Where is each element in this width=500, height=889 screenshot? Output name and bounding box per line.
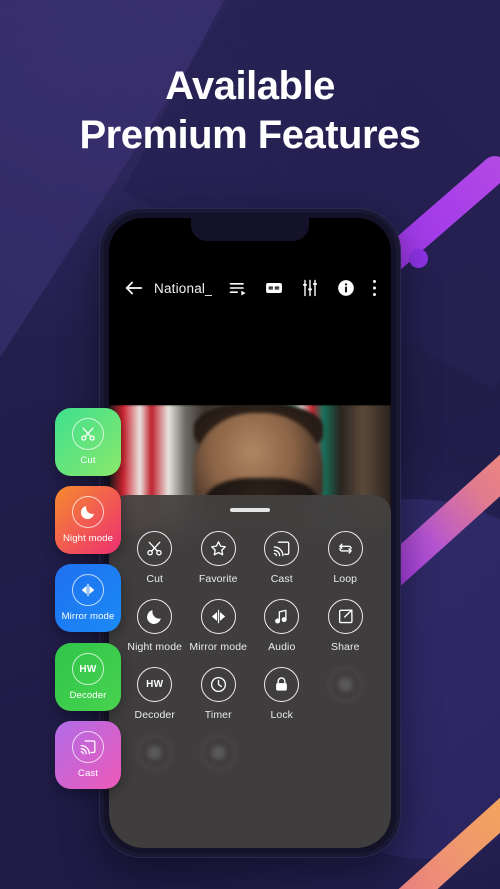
moon-icon <box>145 607 164 626</box>
feature-card-label: Cast <box>77 768 99 779</box>
sheet-item-label: Favorite <box>198 573 238 585</box>
icon-ring <box>264 531 300 566</box>
page-title: Available Premium Features <box>0 62 500 160</box>
phone-mockup: National_... <box>100 209 400 857</box>
playlist-play-icon[interactable] <box>228 278 248 298</box>
mirror-icon <box>209 607 228 626</box>
icon-ring <box>137 531 173 566</box>
sheet-item-share[interactable]: Share <box>314 599 378 653</box>
page-title-line2: Premium Features <box>79 112 421 157</box>
ghost-icon <box>145 743 164 762</box>
sheet-item-label: Share <box>330 641 360 653</box>
moon-icon <box>79 503 97 521</box>
options-grid: Cut Favorite Cast Loop Night mode Mirror mode… <box>109 531 391 789</box>
phone-screen: National_... <box>109 218 391 848</box>
star-icon <box>209 539 228 558</box>
sheet-item-label <box>217 777 220 789</box>
icon-ring <box>72 574 104 606</box>
icon-ring <box>200 531 236 566</box>
sheet-item-label: Cast <box>270 573 293 585</box>
icon-ring <box>200 667 236 702</box>
player-title: National_... <box>154 280 212 296</box>
sheet-item-label: Lock <box>270 709 294 721</box>
feature-card-mirror-mode[interactable]: Mirror mode <box>55 564 121 632</box>
icon-ring <box>327 531 363 566</box>
sheet-item-cast[interactable]: Cast <box>250 531 314 585</box>
icon-ring: HW <box>137 667 173 702</box>
sheet-item-cut[interactable]: Cut <box>123 531 187 585</box>
arrow-left-icon[interactable] <box>123 277 145 299</box>
music-note-icon <box>272 607 291 626</box>
sheet-item-favorite[interactable]: Favorite <box>187 531 251 585</box>
sheet-item-audio[interactable]: Audio <box>250 599 314 653</box>
icon-ring <box>72 418 104 450</box>
icon-ring <box>200 735 236 770</box>
page-title-line1: Available <box>165 64 335 108</box>
sheet-item-label <box>344 709 347 721</box>
feature-card-label: Decoder <box>69 690 107 701</box>
feature-card-cast[interactable]: Cast <box>55 721 121 789</box>
feature-card-label: Cut <box>80 455 96 466</box>
scissors-icon <box>79 425 97 443</box>
player-topbar: National_... <box>109 266 391 310</box>
icon-ring <box>137 735 173 770</box>
feature-card-cut[interactable]: Cut <box>55 408 121 476</box>
share-icon <box>336 607 355 626</box>
cast-icon <box>79 738 97 756</box>
sheet-item-label: Night mode <box>127 641 183 653</box>
icon-ring <box>72 731 104 763</box>
sheet-item-placeholder <box>123 735 187 789</box>
icon-ring <box>137 599 173 634</box>
sheet-item-timer[interactable]: Timer <box>187 667 251 721</box>
feature-card-label: Mirror mode <box>61 611 115 622</box>
ghost-icon <box>336 675 355 694</box>
closed-caption-icon[interactable] <box>264 278 284 298</box>
sheet-item-decoder[interactable]: HW Decoder <box>123 667 187 721</box>
lock-icon <box>272 675 291 694</box>
icon-ring <box>327 667 363 702</box>
sheet-item-placeholder <box>314 667 378 721</box>
ghost-icon <box>209 743 228 762</box>
icon-ring <box>327 599 363 634</box>
sheet-item-label: Mirror mode <box>189 641 248 653</box>
options-bottom-sheet: Cut Favorite Cast Loop Night mode Mirror mode… <box>109 495 391 848</box>
loop-icon <box>336 539 355 558</box>
overflow-menu-icon[interactable] <box>372 278 377 298</box>
hw-text-icon: HW <box>79 663 97 675</box>
sheet-item-night-mode[interactable]: Night mode <box>123 599 187 653</box>
icon-ring <box>264 599 300 634</box>
clock-icon <box>209 675 228 694</box>
feature-card-night-mode[interactable]: Night mode <box>55 486 121 554</box>
sheet-item-label: Decoder <box>134 709 175 721</box>
icon-ring: HW <box>72 653 104 685</box>
sheet-item-lock[interactable]: Lock <box>250 667 314 721</box>
sheet-item-placeholder <box>187 735 251 789</box>
feature-card-label: Night mode <box>62 533 114 544</box>
icon-ring <box>72 496 104 528</box>
phone-notch <box>191 218 309 241</box>
sheet-item-label: Loop <box>333 573 358 585</box>
cast-icon <box>272 539 291 558</box>
mirror-icon <box>79 581 97 599</box>
hw-text-icon: HW <box>146 679 164 690</box>
drag-handle[interactable] <box>230 508 270 512</box>
icon-ring <box>200 599 236 634</box>
scissors-icon <box>145 539 164 558</box>
sheet-item-mirror-mode[interactable]: Mirror mode <box>187 599 251 653</box>
equalizer-icon[interactable] <box>300 278 320 298</box>
decor-dot-purple <box>409 249 428 268</box>
icon-ring <box>264 667 300 702</box>
sheet-item-label <box>153 777 156 789</box>
info-icon[interactable] <box>336 278 356 298</box>
sheet-item-loop[interactable]: Loop <box>314 531 378 585</box>
sheet-item-label: Audio <box>268 641 296 653</box>
sheet-item-label: Cut <box>146 573 164 585</box>
feature-card-decoder[interactable]: HW Decoder <box>55 643 121 711</box>
sheet-item-label: Timer <box>204 709 232 721</box>
